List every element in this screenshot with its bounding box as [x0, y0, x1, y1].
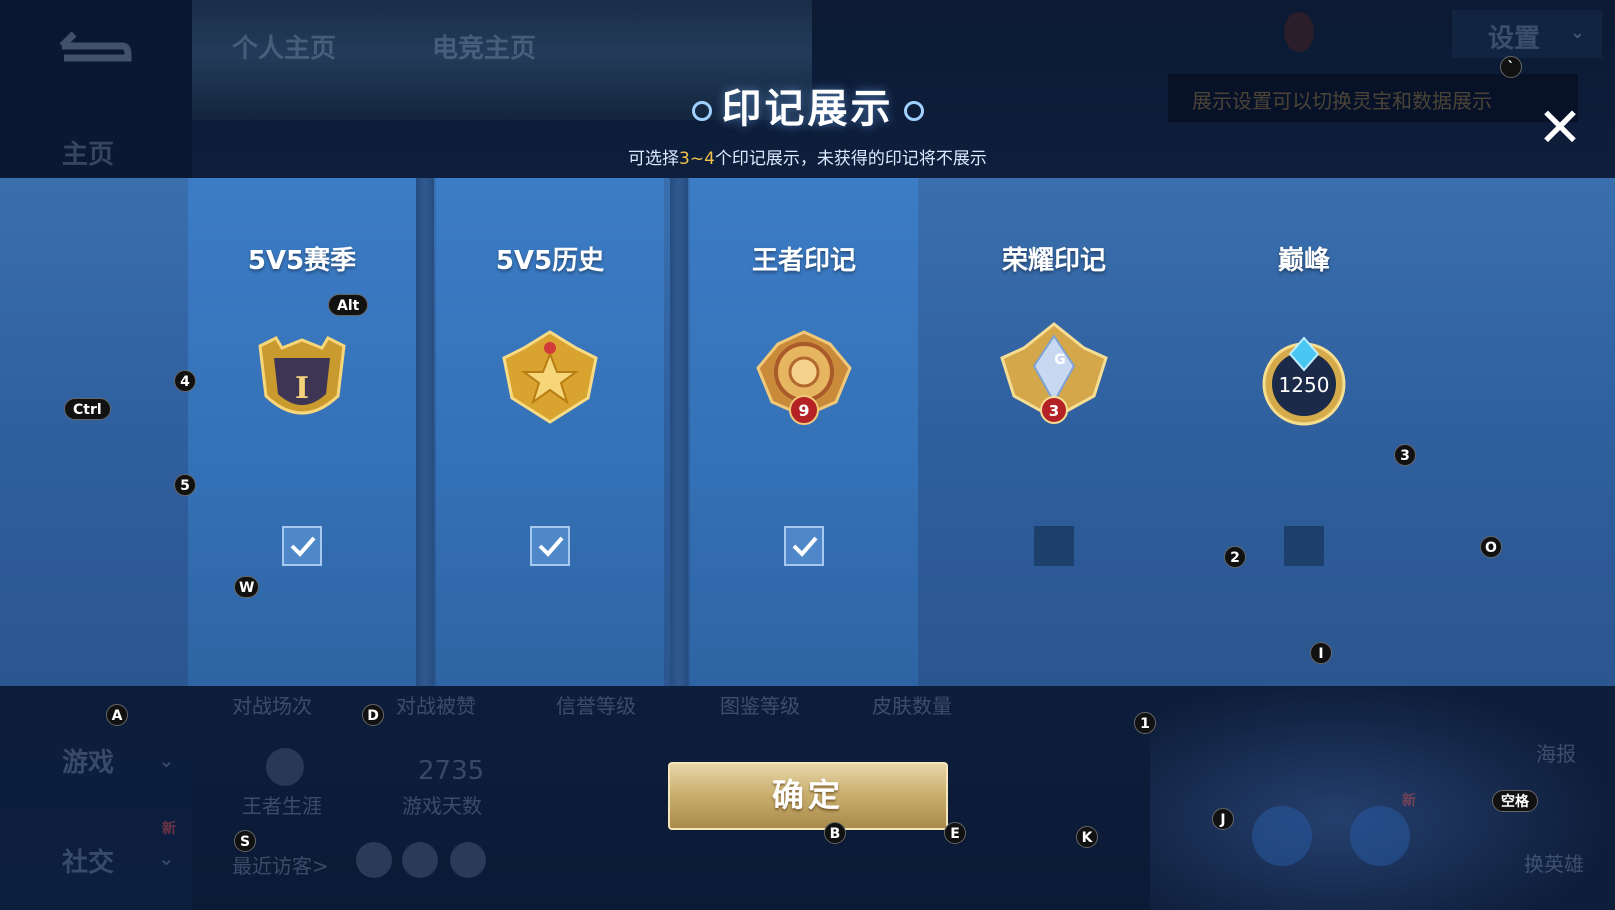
glory-mark-badge-icon: G 3	[994, 318, 1114, 438]
badge-text: 1250	[1279, 373, 1330, 397]
key-hint: W	[234, 576, 260, 598]
settings-button[interactable]: 设置 ⌄	[1452, 10, 1602, 58]
mark-checkbox[interactable]	[784, 526, 824, 566]
dialog-title: 印记展示	[721, 86, 894, 132]
back-arrow-icon[interactable]	[52, 24, 132, 68]
checkmark-icon	[792, 536, 818, 557]
sidebar-item-game[interactable]: 游戏	[62, 742, 114, 779]
new-badge: 新	[162, 821, 176, 837]
key-hint: Alt	[328, 294, 369, 316]
checkmark-icon	[538, 536, 564, 557]
stat-header-battles: 对战场次	[232, 694, 312, 718]
chevron-down-icon: ⌄	[158, 748, 175, 772]
mark-checkbox[interactable]	[1034, 526, 1074, 566]
key-hint: 3	[1394, 444, 1416, 466]
key-hint: J	[1212, 808, 1234, 830]
badge-text: I	[295, 371, 309, 406]
key-hint: B	[824, 822, 846, 844]
badge-text: 3	[1049, 402, 1059, 420]
switch-hero-label[interactable]: 换英雄	[1524, 848, 1584, 877]
key-hint: 2	[1224, 546, 1246, 568]
key-hint: D	[362, 704, 384, 726]
days-label: 游戏天数	[402, 794, 482, 818]
glory-letter: G	[1054, 352, 1066, 368]
confirm-button[interactable]: 确定	[668, 762, 948, 830]
new-badge: 新	[1402, 793, 1416, 809]
tab-personal-home[interactable]: 个人主页	[232, 28, 336, 65]
history-star-badge-icon	[490, 318, 610, 438]
title-deco-icon	[903, 101, 924, 121]
settings-label: 设置	[1488, 24, 1541, 54]
season-shield-badge-icon: I	[242, 318, 362, 438]
key-hint: 4	[174, 370, 196, 392]
mark-column-season[interactable]: 5V5赛季 I	[188, 178, 416, 686]
visitor-avatar[interactable]	[356, 842, 392, 878]
vip-icon	[1284, 12, 1314, 52]
mark-checkbox[interactable]	[282, 526, 322, 566]
subtitle-suffix: 个印记展示，未获得的印记将不展示	[714, 149, 987, 169]
column-divider	[670, 178, 688, 686]
stat-header-credit: 信誉等级	[556, 694, 636, 718]
mark-title: 5V5赛季	[247, 246, 357, 276]
mark-title: 5V5历史	[495, 246, 605, 276]
pose-button[interactable]	[1252, 806, 1312, 866]
mark-checkbox[interactable]	[1284, 526, 1324, 566]
peak-badge-icon: 1250	[1244, 318, 1364, 438]
stat-header-skins: 皮肤数量	[872, 694, 952, 718]
checkmark-icon	[290, 536, 316, 557]
career-label[interactable]: 王者生涯	[242, 790, 322, 819]
visitor-avatar[interactable]	[450, 842, 486, 878]
dialog-header: 印记展示 可选择3~4个印记展示，未获得的印记将不展示	[0, 76, 1615, 176]
chevron-down-icon: ⌄	[158, 846, 175, 870]
subtitle-highlight: 3~4	[679, 149, 715, 169]
subtitle-prefix: 可选择	[628, 149, 680, 169]
close-icon[interactable]: ✕	[1535, 101, 1585, 155]
key-hint: 5	[174, 474, 196, 496]
mark-column-history[interactable]: 5V5历史	[436, 178, 664, 686]
mark-checkbox[interactable]	[530, 526, 570, 566]
mark-column-peak[interactable]: 巅峰 1250	[1190, 178, 1418, 686]
mark-title: 巅峰	[1277, 246, 1330, 276]
career-icon	[266, 748, 304, 786]
stat-header-codex: 图鉴等级	[720, 694, 800, 718]
key-hint: Ctrl	[64, 398, 111, 420]
key-hint: I	[1310, 642, 1332, 664]
mark-title: 荣耀印记	[1001, 246, 1106, 276]
king-mark-badge-icon: 9	[744, 318, 864, 438]
key-hint: O	[1480, 536, 1502, 558]
key-hint: 空格	[1492, 790, 1538, 812]
poster-label[interactable]: 海报	[1536, 738, 1576, 767]
badge-text: 9	[798, 401, 809, 420]
tab-esports-home[interactable]: 电竞主页	[432, 28, 536, 65]
recent-visitors-link[interactable]: 最近访客>	[232, 850, 329, 879]
days-value: 2735	[418, 756, 485, 786]
column-divider	[416, 178, 434, 686]
mark-title: 王者印记	[751, 246, 856, 276]
key-hint: 1	[1134, 712, 1156, 734]
key-hint: `	[1500, 56, 1522, 78]
key-hint: K	[1076, 826, 1098, 848]
mark-column-king[interactable]: 王者印记 9	[690, 178, 918, 686]
mark-column-glory[interactable]: 荣耀印记 G 3	[940, 178, 1168, 686]
visitor-avatar[interactable]	[402, 842, 438, 878]
dialog-title-row: 印记展示	[0, 76, 1615, 134]
chevron-down-icon: ⌄	[1570, 22, 1586, 43]
stat-header-likes: 对战被赞	[396, 694, 476, 718]
key-hint: A	[106, 704, 128, 726]
title-deco-icon	[691, 101, 712, 121]
dialog-subtitle: 可选择3~4个印记展示，未获得的印记将不展示	[0, 144, 1615, 169]
sidebar-item-social[interactable]: 社交	[62, 842, 114, 879]
key-hint: S	[234, 830, 256, 852]
key-hint: E	[944, 822, 966, 844]
group-button[interactable]	[1350, 806, 1410, 866]
